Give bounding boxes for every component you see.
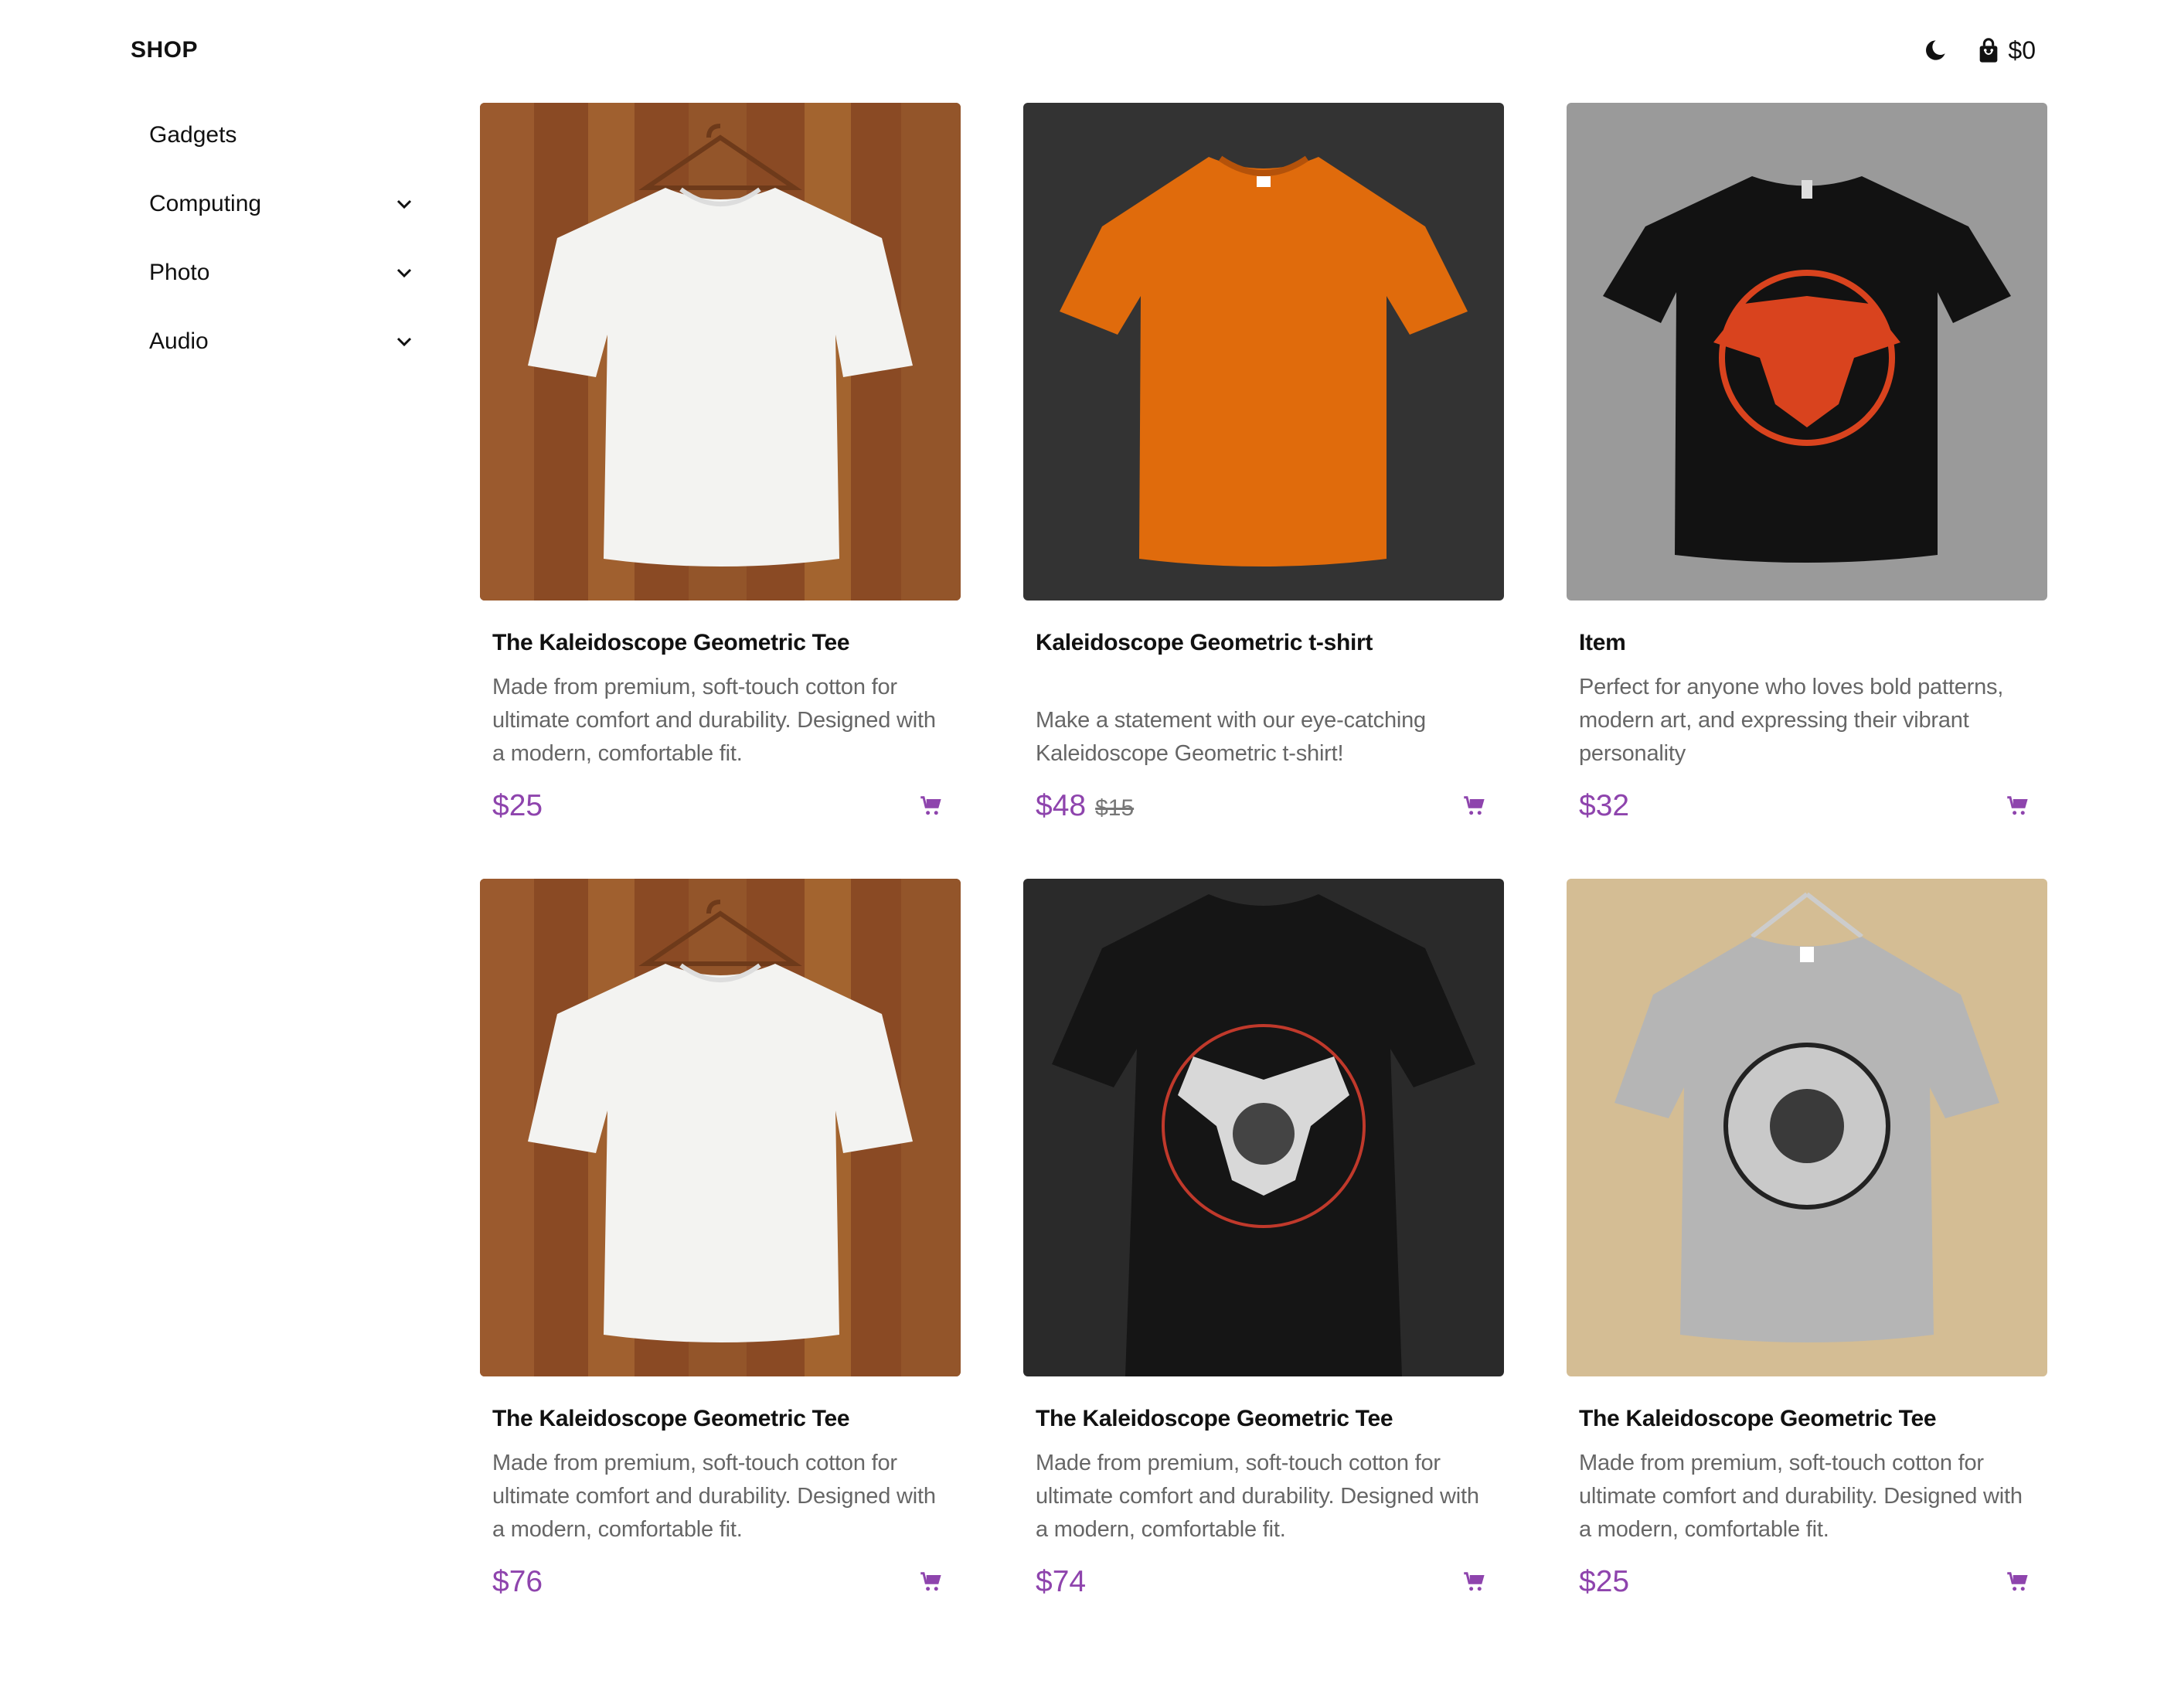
product-card: The Kaleidoscope Geometric Tee Made from… (1023, 879, 1504, 1599)
sidebar-item-label: Computing (149, 190, 262, 216)
add-to-cart-icon[interactable] (2004, 792, 2032, 820)
product-description: Made from premium, soft-touch cotton for… (492, 1451, 936, 1542)
header-actions: $0 (1918, 34, 2036, 66)
product-old-price: $15 (1095, 795, 1135, 821)
product-image[interactable] (480, 103, 961, 601)
product-image[interactable] (1023, 103, 1504, 601)
product-description: Perfect for anyone who loves bold patter… (1579, 675, 2004, 766)
product-image[interactable] (1567, 103, 2047, 601)
product-price: $76 (492, 1565, 543, 1598)
product-description: Made from premium, soft-touch cotton for… (1036, 1451, 1479, 1542)
product-description: Make a statement with our eye-catching K… (1036, 708, 1426, 766)
price-row: $25 (492, 789, 948, 823)
product-price: $74 (1036, 1565, 1087, 1598)
product-title[interactable]: The Kaleidoscope Geometric Tee (492, 1404, 948, 1434)
product-title[interactable]: Item (1579, 628, 2035, 658)
product-image[interactable] (480, 879, 961, 1376)
product-grid: The Kaleidoscope Geometric Tee Made from… (480, 103, 2048, 1599)
product-title[interactable]: Kaleidoscope Geometric t-shirt (1036, 628, 1492, 658)
product-title[interactable]: The Kaleidoscope Geometric Tee (1579, 1404, 2035, 1434)
sidebar-item-gadgets[interactable]: Gadgets (131, 100, 425, 169)
add-to-cart-icon[interactable] (917, 792, 945, 820)
product-card: The Kaleidoscope Geometric Tee Made from… (1567, 879, 2047, 1599)
price-row: $74 (1036, 1565, 1492, 1599)
sidebar-item-photo[interactable]: Photo (131, 238, 425, 307)
add-to-cart-icon[interactable] (917, 1568, 945, 1596)
product-title[interactable]: The Kaleidoscope Geometric Tee (1036, 1404, 1492, 1434)
chevron-down-icon[interactable] (393, 192, 416, 216)
sidebar-item-audio[interactable]: Audio (131, 307, 425, 376)
price-wrap: $32 (1579, 789, 1629, 823)
add-to-cart-icon[interactable] (1461, 1568, 1489, 1596)
shopping-bag-icon (1975, 36, 2002, 65)
sidebar-item-label: Audio (149, 328, 209, 354)
product-description: Made from premium, soft-touch cotton for… (1579, 1451, 2023, 1542)
price-wrap: $25 (492, 789, 543, 823)
product-price: $32 (1579, 789, 1630, 822)
sidebar-item-label: Gadgets (149, 121, 237, 148)
moon-icon[interactable] (1918, 34, 1952, 66)
price-row: $25 (1579, 1565, 2035, 1599)
category-sidebar: Gadgets Computing Photo Audio (131, 100, 425, 376)
sidebar-item-label: Photo (149, 259, 210, 285)
product-card: The Kaleidoscope Geometric Tee Made from… (480, 103, 961, 823)
cart-button[interactable]: $0 (1975, 36, 2036, 65)
product-card: Kaleidoscope Geometric t-shirt Make a st… (1023, 103, 1504, 823)
price-wrap: $74 (1036, 1565, 1086, 1599)
price-row: $32 (1579, 789, 2035, 823)
chevron-down-icon[interactable] (393, 261, 416, 284)
price-wrap: $76 (492, 1565, 543, 1599)
product-card: The Kaleidoscope Geometric Tee Made from… (480, 879, 961, 1599)
product-price: $25 (1579, 1565, 1630, 1598)
chevron-down-icon[interactable] (393, 330, 416, 353)
add-to-cart-icon[interactable] (1461, 792, 1489, 820)
product-price: $25 (492, 789, 543, 822)
price-row: $48 $15 (1036, 789, 1492, 823)
product-description: Made from premium, soft-touch cotton for… (492, 675, 936, 766)
price-wrap: $25 (1579, 1565, 1629, 1599)
product-card: Item Perfect for anyone who loves bold p… (1567, 103, 2047, 823)
price-row: $76 (492, 1565, 948, 1599)
price-wrap: $48 $15 (1036, 789, 1134, 823)
product-image[interactable] (1023, 879, 1504, 1376)
product-image[interactable] (1567, 879, 2047, 1376)
cart-total: $0 (2008, 36, 2036, 64)
product-title[interactable]: The Kaleidoscope Geometric Tee (492, 628, 948, 658)
sidebar-item-computing[interactable]: Computing (131, 169, 425, 238)
add-to-cart-icon[interactable] (2004, 1568, 2032, 1596)
product-price: $48 (1036, 789, 1087, 822)
shop-logo[interactable]: SHOP (131, 37, 198, 63)
